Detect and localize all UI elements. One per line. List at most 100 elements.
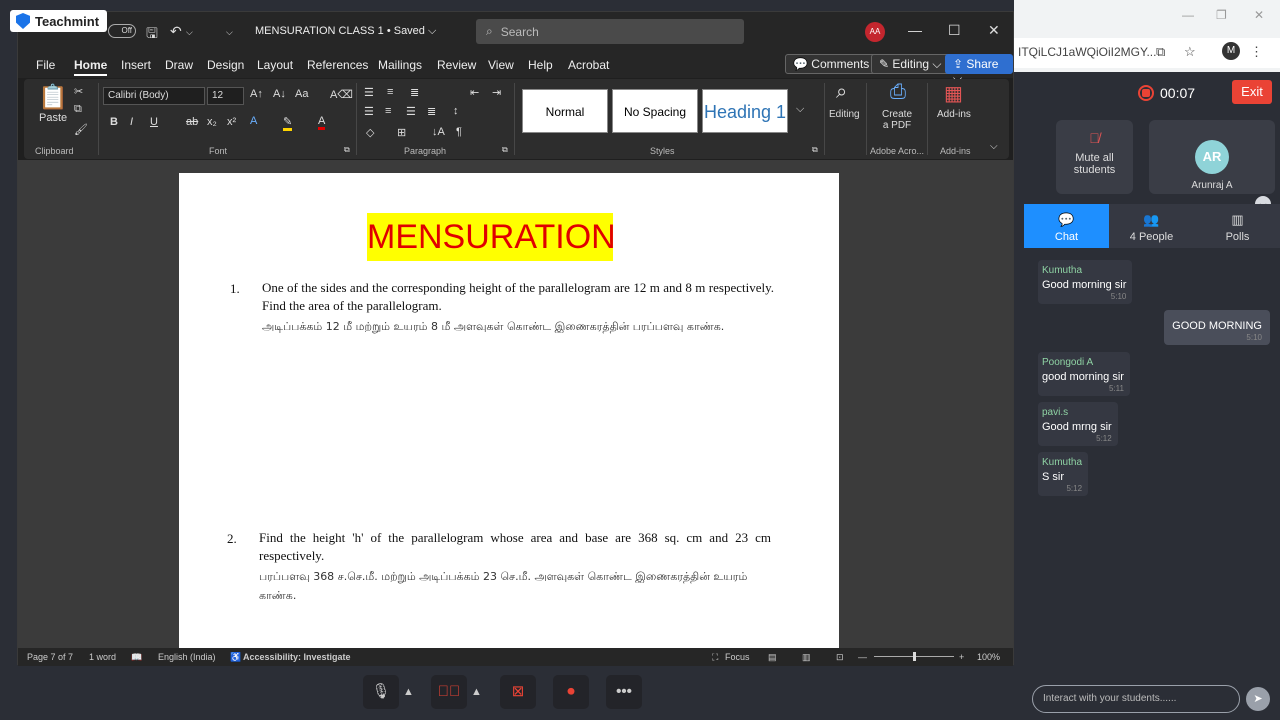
numbering-icon[interactable]: ≡: [387, 86, 393, 98]
camera-options-chevron-icon[interactable]: ▲: [471, 686, 482, 698]
styles-dialog-launcher-icon[interactable]: ⧉: [812, 145, 818, 155]
accessibility-status[interactable]: Accessibility: Investigate: [243, 652, 351, 662]
microphone-icon[interactable]: 🎙: [363, 675, 399, 709]
underline-icon[interactable]: U: [150, 116, 158, 128]
exit-button[interactable]: Exit: [1232, 80, 1272, 104]
focus-button[interactable]: Focus: [725, 652, 750, 662]
align-right-icon[interactable]: ☰: [406, 105, 416, 118]
line-spacing-icon[interactable]: ↕: [453, 105, 459, 117]
font-dialog-launcher-icon[interactable]: ⧉: [344, 145, 350, 155]
paste-label[interactable]: Paste: [39, 112, 67, 124]
close-icon[interactable]: ✕: [1254, 8, 1264, 22]
document-title[interactable]: MENSURATION CLASS 1 • Saved ⌵: [255, 25, 436, 38]
menu-dots-icon[interactable]: ⋮: [1250, 44, 1263, 60]
multilevel-list-icon[interactable]: ≣: [410, 86, 419, 99]
comments-button[interactable]: 💬 Comments: [785, 54, 878, 74]
share-button[interactable]: ⇪ Share ⌵: [945, 54, 1013, 85]
read-mode-icon[interactable]: ▤: [768, 652, 777, 663]
document-page[interactable]: MENSURATION 1. One of the sides and the …: [179, 173, 839, 653]
tab-polls[interactable]: ▥ Polls: [1195, 204, 1280, 248]
add-ins-icon[interactable]: ▦: [944, 81, 963, 106]
cut-icon[interactable]: ✂: [74, 85, 83, 98]
change-case-icon[interactable]: Aa: [295, 88, 308, 100]
undo-dropdown-icon[interactable]: ⌵: [186, 27, 193, 38]
show-marks-icon[interactable]: ¶: [456, 126, 462, 138]
chat-input[interactable]: Interact with your students......: [1032, 685, 1240, 713]
minimize-icon[interactable]: —: [908, 22, 922, 38]
stop-share-icon[interactable]: ⊠: [500, 675, 536, 709]
increase-indent-icon[interactable]: ⇥: [492, 86, 501, 99]
collapse-ribbon-icon[interactable]: ⌵: [990, 141, 998, 152]
bold-icon[interactable]: B: [110, 116, 118, 128]
style-no-spacing[interactable]: No Spacing: [612, 89, 698, 133]
print-layout-icon[interactable]: ▥: [802, 652, 811, 663]
menu-review[interactable]: Review: [437, 58, 476, 72]
borders-icon[interactable]: ⊞: [397, 126, 406, 139]
shrink-font-icon[interactable]: A↓: [273, 88, 286, 100]
mute-all-button[interactable]: 🎙̸ Mute all students: [1056, 120, 1133, 194]
user-avatar[interactable]: AA: [865, 22, 885, 42]
menu-insert[interactable]: Insert: [121, 58, 151, 72]
menu-help[interactable]: Help: [528, 58, 553, 72]
copy-icon[interactable]: ⧉: [74, 103, 82, 116]
text-effects-icon[interactable]: A: [250, 115, 257, 127]
menu-acrobat[interactable]: Acrobat: [568, 58, 609, 72]
more-options-icon[interactable]: •••: [606, 675, 642, 709]
zoom-slider-thumb[interactable]: [913, 652, 916, 661]
bookmark-star-icon[interactable]: ☆: [1184, 44, 1196, 60]
record-icon[interactable]: ⏺: [553, 675, 589, 709]
zoom-level[interactable]: 100%: [977, 652, 1000, 662]
clear-formatting-icon[interactable]: A⌫: [330, 88, 353, 101]
subscript-icon[interactable]: x₂: [207, 116, 217, 128]
paste-icon[interactable]: 📋: [38, 83, 68, 112]
url-bar[interactable]: ITQiLCJ1aWQiOiI2MGY...: [1014, 38, 1280, 68]
bullets-icon[interactable]: ☰: [364, 86, 374, 99]
font-color-icon[interactable]: A: [318, 115, 326, 130]
find-icon[interactable]: ⌕: [836, 81, 847, 104]
align-left-icon[interactable]: ☰: [364, 105, 374, 118]
strikethrough-icon[interactable]: ab: [186, 116, 198, 128]
editing-group-button[interactable]: Editing: [829, 109, 860, 120]
minimize-icon[interactable]: —: [1182, 8, 1194, 22]
language-indicator[interactable]: English (India): [158, 652, 216, 662]
menu-home[interactable]: Home: [74, 58, 108, 76]
editing-mode-button[interactable]: ✎ Editing ⌵: [871, 54, 950, 74]
create-pdf-icon[interactable]: ⎙: [890, 81, 906, 104]
superscript-icon[interactable]: x²: [227, 116, 236, 128]
camera-off-icon[interactable]: ▶⃠: [431, 675, 467, 709]
align-center-icon[interactable]: ≡: [385, 105, 391, 117]
tab-chat[interactable]: 💬 Chat: [1024, 204, 1109, 248]
sort-icon[interactable]: ↓A: [432, 126, 445, 138]
justify-icon[interactable]: ≣: [427, 105, 436, 118]
search-box[interactable]: ⌕ Search: [476, 19, 744, 44]
menu-mailings[interactable]: Mailings: [378, 58, 422, 72]
install-app-icon[interactable]: ⧉: [1156, 44, 1165, 60]
send-icon[interactable]: ➤: [1246, 687, 1270, 711]
highlight-color-icon[interactable]: ✎: [283, 115, 293, 131]
italic-icon[interactable]: I: [130, 116, 133, 128]
mic-options-chevron-icon[interactable]: ▲: [403, 686, 414, 698]
page-indicator[interactable]: Page 7 of 7: [27, 652, 73, 662]
proofing-icon[interactable]: 📖: [131, 652, 142, 663]
menu-design[interactable]: Design: [207, 58, 244, 72]
style-heading-1[interactable]: Heading 1: [702, 89, 788, 133]
autosave-toggle[interactable]: Off: [108, 24, 136, 38]
restore-icon[interactable]: ❐: [1216, 8, 1227, 22]
add-ins-button[interactable]: Add-ins: [937, 109, 971, 120]
decrease-indent-icon[interactable]: ⇤: [470, 86, 479, 99]
menu-references[interactable]: References: [307, 58, 368, 72]
customize-toolbar-icon[interactable]: ⌵: [226, 27, 233, 38]
font-size-select[interactable]: 12: [207, 87, 244, 105]
web-layout-icon[interactable]: ⊡: [836, 652, 844, 663]
zoom-in-icon[interactable]: +: [959, 652, 964, 662]
style-normal[interactable]: Normal: [522, 89, 608, 133]
undo-icon[interactable]: ↶: [170, 23, 182, 40]
grow-font-icon[interactable]: A↑: [250, 88, 263, 100]
menu-view[interactable]: View: [488, 58, 514, 72]
zoom-out-icon[interactable]: —: [858, 652, 867, 662]
font-name-select[interactable]: Calibri (Body): [103, 87, 205, 105]
menu-layout[interactable]: Layout: [257, 58, 293, 72]
save-icon[interactable]: 🖫: [146, 23, 158, 47]
menu-file[interactable]: File: [36, 58, 55, 72]
format-painter-icon[interactable]: 🖌: [74, 123, 88, 136]
